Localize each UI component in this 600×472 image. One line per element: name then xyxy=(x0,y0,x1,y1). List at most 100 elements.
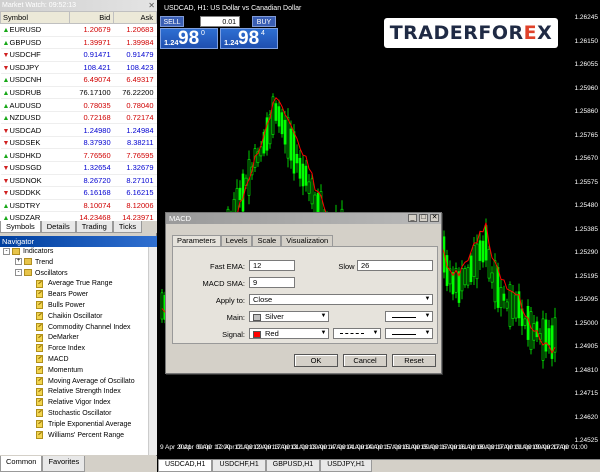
navigator-item[interactable]: Relative Vigor Index xyxy=(0,398,157,409)
candle-body xyxy=(478,240,482,261)
navigator-item[interactable]: Relative Strength Index xyxy=(0,387,157,398)
macd-sma-field[interactable]: 9 xyxy=(249,277,295,288)
navigator-item[interactable]: DeMarker xyxy=(0,333,157,344)
market-watch-row[interactable]: ▼USDSEK 8.37930 8.38211 xyxy=(0,136,157,150)
symbol-cell: ▼USDDKK xyxy=(0,186,70,200)
chevron-down-icon[interactable]: ▼ xyxy=(372,330,379,337)
price-direction-icon: ▲ xyxy=(2,39,10,47)
navigator-item-label: Stochastic Oscillator xyxy=(48,409,112,417)
tab-levels[interactable]: Levels xyxy=(220,235,253,246)
price-tick-label: 1.24525 xyxy=(574,437,599,444)
buy-button[interactable]: BUY xyxy=(252,16,276,27)
dialog-tabs: Parameters Levels Scale Visualization xyxy=(172,235,334,246)
candle-body xyxy=(511,291,515,319)
close-icon[interactable]: ✕ xyxy=(148,0,155,11)
lot-size-input[interactable]: 0.01 xyxy=(200,16,240,27)
tab-parameters[interactable]: Parameters xyxy=(172,235,221,246)
sell-price-prefix: 1.24 xyxy=(164,38,179,47)
market-watch-row[interactable]: ▼USDCHF 0.91471 0.91479 xyxy=(0,48,157,62)
market-watch-row[interactable]: ▲USDCNH 6.49074 6.49317 xyxy=(0,73,157,87)
signal-width-select[interactable]: ▼ xyxy=(385,328,433,339)
tab-details[interactable]: Details xyxy=(40,221,76,233)
chevron-down-icon[interactable]: ▼ xyxy=(320,330,327,337)
market-watch-row[interactable]: ▼USDCAD 1.24980 1.24984 xyxy=(0,123,157,137)
market-watch-row[interactable]: ▲NZDUSD 0.72168 0.72174 xyxy=(0,111,157,125)
market-watch-row[interactable]: ▲EURUSD 1.20679 1.20683 xyxy=(0,23,157,37)
symbol-name: USDCNH xyxy=(9,75,42,85)
navigator-item[interactable]: Triple Exponential Average xyxy=(0,419,157,431)
market-watch-row[interactable]: ▼USDSGD 1.32654 1.32679 xyxy=(0,161,157,175)
chevron-down-icon[interactable]: ▼ xyxy=(424,313,431,320)
folder-icon xyxy=(24,258,32,266)
sell-button[interactable]: SELL xyxy=(160,16,184,27)
apply-to-select[interactable]: Close ▼ xyxy=(249,294,433,305)
buy-price-box[interactable]: 1.24 98 4 xyxy=(220,28,278,49)
navigator-group[interactable]: + Trend xyxy=(0,258,157,269)
column-header-bid[interactable]: Bid xyxy=(69,11,115,24)
market-watch-row[interactable]: ▼USDNOK 8.26720 8.27101 xyxy=(0,174,157,188)
chevron-down-icon[interactable]: ▼ xyxy=(424,296,431,303)
navigator-group[interactable]: - Oscillators xyxy=(0,269,157,280)
navigator-item[interactable]: Force Index xyxy=(0,344,157,355)
candle-body xyxy=(529,311,533,351)
candle-body xyxy=(289,128,293,161)
tab-symbols[interactable]: Symbols xyxy=(0,221,41,233)
navigator-item[interactable]: Bears Power xyxy=(0,290,157,301)
market-watch-row[interactable]: ▲AUDUSD 0.78035 0.78040 xyxy=(0,98,157,112)
tab-ticks[interactable]: Ticks xyxy=(112,221,143,233)
line-width-sample xyxy=(392,334,416,335)
navigator-item[interactable]: Stochastic Oscillator xyxy=(0,409,157,420)
tab-gbpusd-h1[interactable]: GBPUSD,H1 xyxy=(265,460,321,472)
signal-color-select[interactable]: Red ▼ xyxy=(249,328,329,339)
collapse-icon[interactable]: - xyxy=(3,247,10,255)
tab-usdchf-h1[interactable]: USDCHF,H1 xyxy=(212,460,266,472)
navigator-item[interactable]: Williams' Percent Range xyxy=(0,430,157,442)
signal-color-name: Red xyxy=(265,329,279,338)
candle-body xyxy=(481,240,485,263)
main-color-select[interactable]: Silver ▼ xyxy=(249,311,329,322)
navigator-item[interactable]: Average True Range xyxy=(0,279,157,290)
indicator-icon xyxy=(36,333,43,342)
market-watch-row[interactable]: ▲USDTRY 8.10074 8.12006 xyxy=(0,199,157,213)
tab-scale[interactable]: Scale xyxy=(252,235,282,246)
tab-trading[interactable]: Trading xyxy=(75,221,113,233)
price-tick-label: 1.25290 xyxy=(574,249,599,256)
market-watch-row[interactable]: ▼USDDKK 6.16168 6.16215 xyxy=(0,186,157,200)
chevron-down-icon[interactable]: ▼ xyxy=(424,330,431,337)
tab-usdjpy-h1[interactable]: USDJPY,H1 xyxy=(320,460,372,472)
maximize-icon[interactable]: □ xyxy=(419,214,428,222)
collapse-icon[interactable]: - xyxy=(15,269,22,277)
cancel-button[interactable]: Cancel xyxy=(343,354,387,367)
column-header-ask[interactable]: Ask xyxy=(113,11,157,24)
chevron-down-icon[interactable]: ▼ xyxy=(320,313,327,320)
column-header-symbol[interactable]: Symbol xyxy=(0,11,71,24)
tab-favorites[interactable]: Favorites xyxy=(42,456,86,472)
tab-usdcad-h1[interactable]: USDCAD,H1 xyxy=(158,460,213,472)
expand-icon[interactable]: + xyxy=(15,258,22,266)
sell-price-box[interactable]: 1.24 98 0 xyxy=(160,28,218,49)
signal-style-select[interactable]: ▼ xyxy=(333,328,381,339)
navigator-item[interactable]: Moving Average of Oscillato xyxy=(0,376,157,388)
minimize-icon[interactable]: _ xyxy=(408,214,417,222)
market-watch-row[interactable]: ▲USDHKD 7.76560 7.76595 xyxy=(0,148,157,162)
navigator-item[interactable]: Commodity Channel Index xyxy=(0,322,157,334)
navigator-item[interactable]: Momentum xyxy=(0,365,157,377)
navigator-item[interactable]: Bulls Power xyxy=(0,301,157,312)
main-style-select[interactable]: ▼ xyxy=(385,311,433,322)
tab-common[interactable]: Common xyxy=(0,456,43,472)
navigator-scrollbar[interactable] xyxy=(148,247,157,455)
chart-tabs: USDCAD,H1 USDCHF,H1 GBPUSD,H1 USDJPY,H1 xyxy=(158,459,600,472)
reset-button[interactable]: Reset xyxy=(392,354,436,367)
ok-button[interactable]: OK xyxy=(294,354,338,367)
navigator-group[interactable]: - Indicators xyxy=(0,247,157,258)
market-watch-row[interactable]: ▼USDJPY 108.421 108.423 xyxy=(0,61,157,75)
tab-visualization[interactable]: Visualization xyxy=(281,235,334,246)
close-icon[interactable]: ✕ xyxy=(430,214,439,222)
fast-ema-field[interactable]: 12 xyxy=(249,260,295,271)
navigator-item[interactable]: Chaikin Oscillator xyxy=(0,311,157,323)
slow-ema-field[interactable]: 26 xyxy=(357,260,433,271)
market-watch-row[interactable]: ▲GBPUSD 1.39971 1.39984 xyxy=(0,36,157,50)
navigator-item[interactable]: MACD xyxy=(0,355,157,366)
dialog-title-bar[interactable]: MACD _ □ ✕ xyxy=(166,213,441,224)
market-watch-row[interactable]: ▲USDRUB 76.17100 76.22200 xyxy=(0,86,157,100)
